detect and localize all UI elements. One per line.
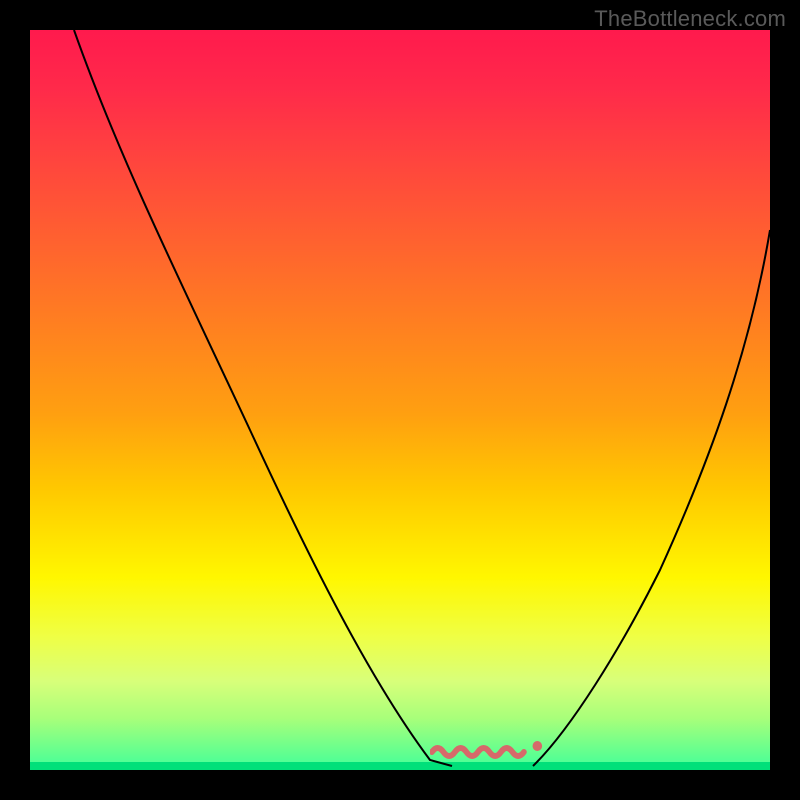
optimal-region-marker (430, 738, 545, 760)
green-baseline-band (30, 762, 770, 770)
chart-plot-area (30, 30, 770, 770)
left-branch-curve (74, 30, 452, 766)
watermark-text: TheBottleneck.com (594, 6, 786, 32)
chart-curve-layer (30, 30, 770, 770)
right-branch-curve (533, 230, 770, 766)
